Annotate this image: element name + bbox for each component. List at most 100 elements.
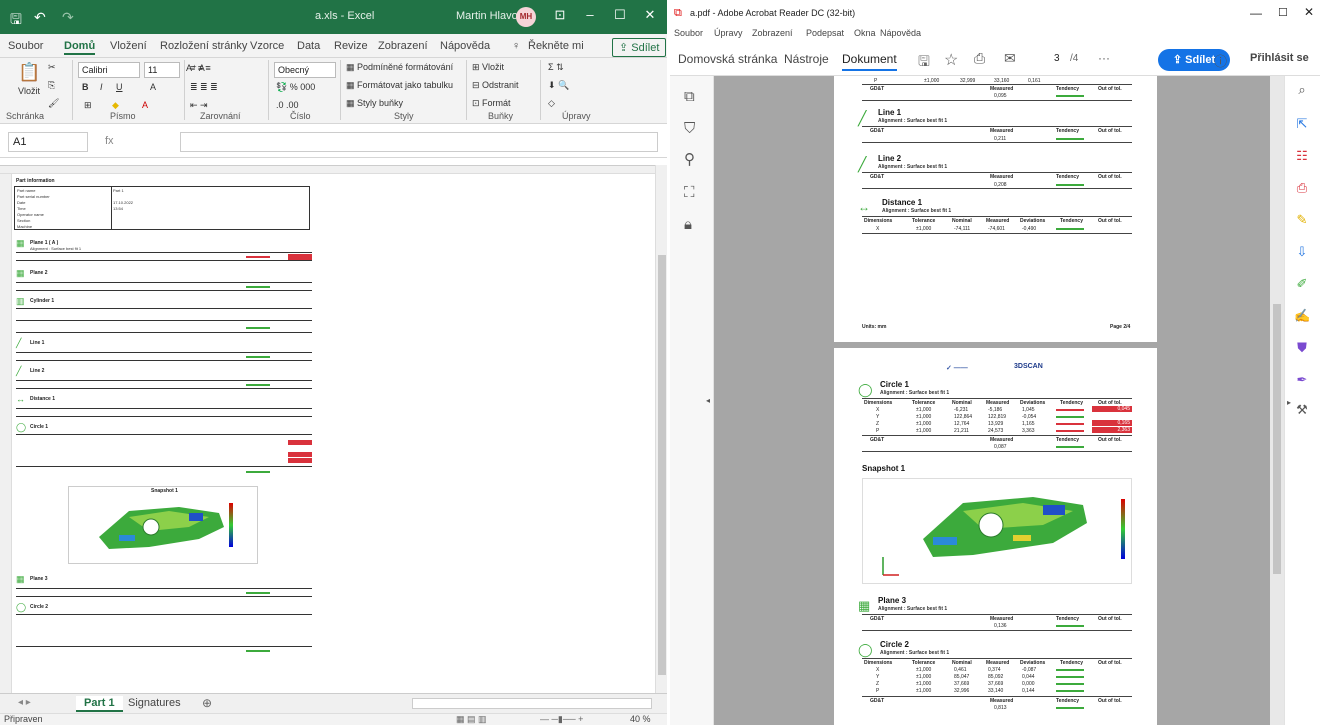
cell-styles-button[interactable]: ▦ Styly buňky (346, 98, 403, 109)
menu-item[interactable]: Okna (854, 28, 876, 38)
close-button[interactable]: ✕ (638, 7, 662, 23)
combine-files-icon[interactable]: ⇩ (1294, 244, 1310, 259)
edit-pdf-icon[interactable]: ✐ (1294, 276, 1310, 291)
menu-item[interactable]: Zobrazení (752, 28, 793, 38)
format-painter-icon[interactable]: 🖌 (48, 98, 59, 109)
tab-home[interactable]: Domovská stránka (678, 52, 777, 66)
zoom-slider[interactable]: — ─▮── + (540, 714, 583, 725)
layers-icon[interactable]: ⛶ (684, 184, 695, 201)
underline-button[interactable]: U (116, 82, 123, 92)
font-size-select[interactable]: 11 (144, 62, 180, 78)
organize-pages-icon[interactable]: ☷ (1294, 148, 1310, 163)
minimize-button[interactable]: – (578, 7, 602, 22)
tab-document[interactable]: Dokument (842, 52, 897, 71)
paste-label[interactable]: Vložit (18, 86, 40, 96)
worksheet-grid[interactable]: Part information Part name Part 1 Part s… (0, 165, 655, 694)
star-icon[interactable]: ☆ (944, 50, 958, 70)
horizontal-scrollbar[interactable] (412, 698, 652, 709)
paste-icon[interactable]: 📋 (18, 62, 40, 83)
copy-icon[interactable]: ⎘ (48, 80, 55, 91)
menu-item[interactable]: Podepsat (806, 28, 844, 38)
maximize-button[interactable]: ☐ (608, 7, 632, 23)
page-number-input[interactable]: 3 (1054, 53, 1060, 64)
tab-data[interactable]: Data (297, 40, 320, 52)
align-top-icon[interactable]: ≡ ≡ ≡ (190, 63, 211, 73)
collapse-right-icon[interactable]: ▸ (1287, 398, 1291, 407)
minimize-button[interactable]: — (1250, 6, 1262, 20)
formula-input[interactable] (180, 132, 658, 152)
font-color-icon[interactable]: A (150, 82, 156, 92)
tab-revize[interactable]: Revize (334, 40, 368, 52)
cut-icon[interactable]: ✂ (48, 62, 56, 73)
comment-icon[interactable]: ✎ (1294, 212, 1310, 227)
export-pdf-icon[interactable]: ⇱ (1294, 116, 1310, 131)
tab-tools[interactable]: Nástroje (784, 52, 829, 66)
attachment-icon[interactable]: ⚲ (684, 150, 695, 168)
fill-sign-icon[interactable]: ✍ (1294, 308, 1310, 323)
close-button[interactable]: ✕ (1304, 5, 1314, 19)
fx-icon[interactable]: fx (105, 135, 114, 147)
tab-rozlozeni[interactable]: Rozložení stránky (160, 40, 247, 52)
format-table-button[interactable]: ▦ Formátovat jako tabulku (346, 80, 453, 91)
cond-format-button[interactable]: ▦ Podmíněné formátování (346, 62, 453, 73)
sheet-tab-signatures[interactable]: Signatures (120, 696, 189, 710)
delete-cells-button[interactable]: ⊟ Odstranit (472, 80, 519, 91)
tab-zobrazeni[interactable]: Zobrazení (378, 40, 428, 52)
sheet-tab-part1[interactable]: Part 1 (76, 696, 123, 712)
name-box[interactable]: A1 (8, 132, 88, 152)
create-pdf-icon[interactable]: ⎙ (1294, 180, 1310, 195)
menu-item[interactable]: Soubor (674, 28, 703, 38)
more-tools-icon[interactable]: ⚒ (1294, 402, 1310, 417)
number-format-select[interactable]: Obecný (274, 62, 336, 78)
bookmark-icon[interactable]: ⛉ (684, 120, 695, 137)
bold-button[interactable]: B (82, 82, 89, 92)
decimal-icon[interactable]: .0 .00 (276, 100, 299, 110)
clear-icon[interactable]: ◇ (548, 98, 555, 109)
fill-color-icon[interactable]: ◆ (112, 100, 119, 111)
tell-me-search[interactable]: Řekněte mi (528, 40, 584, 52)
email-icon[interactable]: ✉ (1004, 50, 1016, 67)
view-buttons-icon[interactable]: ▦ ▤ ▥ (456, 714, 487, 725)
add-sheet-icon[interactable]: ⊕ (202, 696, 212, 710)
collapse-left-icon[interactable]: ◂ (706, 396, 710, 405)
page-thumbnails-icon[interactable]: ⧉ (684, 88, 695, 105)
search-icon[interactable]: ⌕ (1294, 82, 1310, 97)
menu-item[interactable]: Nápověda (880, 28, 921, 38)
share-button[interactable]: ⇪ Sdílet (612, 38, 667, 57)
lock-icon[interactable]: 🔒︎ (684, 216, 692, 233)
prev-sheet-icon[interactable]: ◂ ▸ (18, 697, 31, 708)
document-view[interactable]: P ±1,000 32,999 33,160 0,161 GD&T Measur… (714, 76, 1284, 725)
tab-napoveda[interactable]: Nápověda (440, 40, 490, 52)
tab-vlozeni[interactable]: Vložení (110, 40, 147, 52)
border-icon[interactable]: ⊞ (84, 100, 92, 111)
tab-soubor[interactable]: Soubor (8, 40, 43, 52)
help-icon[interactable]: ⓘ (1214, 51, 1227, 70)
more-icon[interactable]: ··· (1098, 51, 1110, 65)
vertical-scrollbar[interactable] (655, 165, 667, 693)
save-icon[interactable]: 🖫 (10, 9, 22, 33)
scroll-thumb[interactable] (658, 255, 666, 675)
insert-cells-button[interactable]: ⊞ Vložit (472, 62, 504, 73)
avatar[interactable]: MH (516, 7, 536, 27)
save-icon[interactable]: 🖫 (918, 51, 930, 75)
undo-icon[interactable]: ↶ (34, 9, 46, 26)
redo-icon[interactable]: ↷ (62, 9, 74, 26)
align-left-icon[interactable]: ≣ ≣ ≣ (190, 82, 218, 93)
menu-item[interactable]: Úpravy (714, 28, 743, 38)
print-icon[interactable]: ⎙ (974, 50, 985, 67)
pdf-vertical-scrollbar[interactable] (1270, 76, 1284, 725)
tab-vzorce[interactable]: Vzorce (250, 40, 284, 52)
autosum-icon[interactable]: Σ ⇅ (548, 62, 564, 73)
tab-domu[interactable]: Domů (64, 40, 96, 55)
indent-icon[interactable]: ⇤ ⇥ (190, 100, 208, 111)
ribbon-display-icon[interactable]: ⊡ (548, 7, 572, 23)
maximize-button[interactable]: ☐ (1278, 6, 1288, 19)
text-color-icon[interactable]: A (142, 100, 148, 110)
fill-icon[interactable]: ⬇ 🔍 (548, 80, 569, 91)
currency-icon[interactable]: 💱 % 000 (276, 82, 315, 93)
login-link[interactable]: Přihlásit se (1250, 52, 1309, 64)
protect-icon[interactable]: ⛊ (1294, 340, 1310, 355)
font-name-select[interactable]: Calibri (78, 62, 140, 78)
italic-button[interactable]: I (100, 82, 103, 92)
send-signature-icon[interactable]: ✒ (1294, 372, 1310, 387)
